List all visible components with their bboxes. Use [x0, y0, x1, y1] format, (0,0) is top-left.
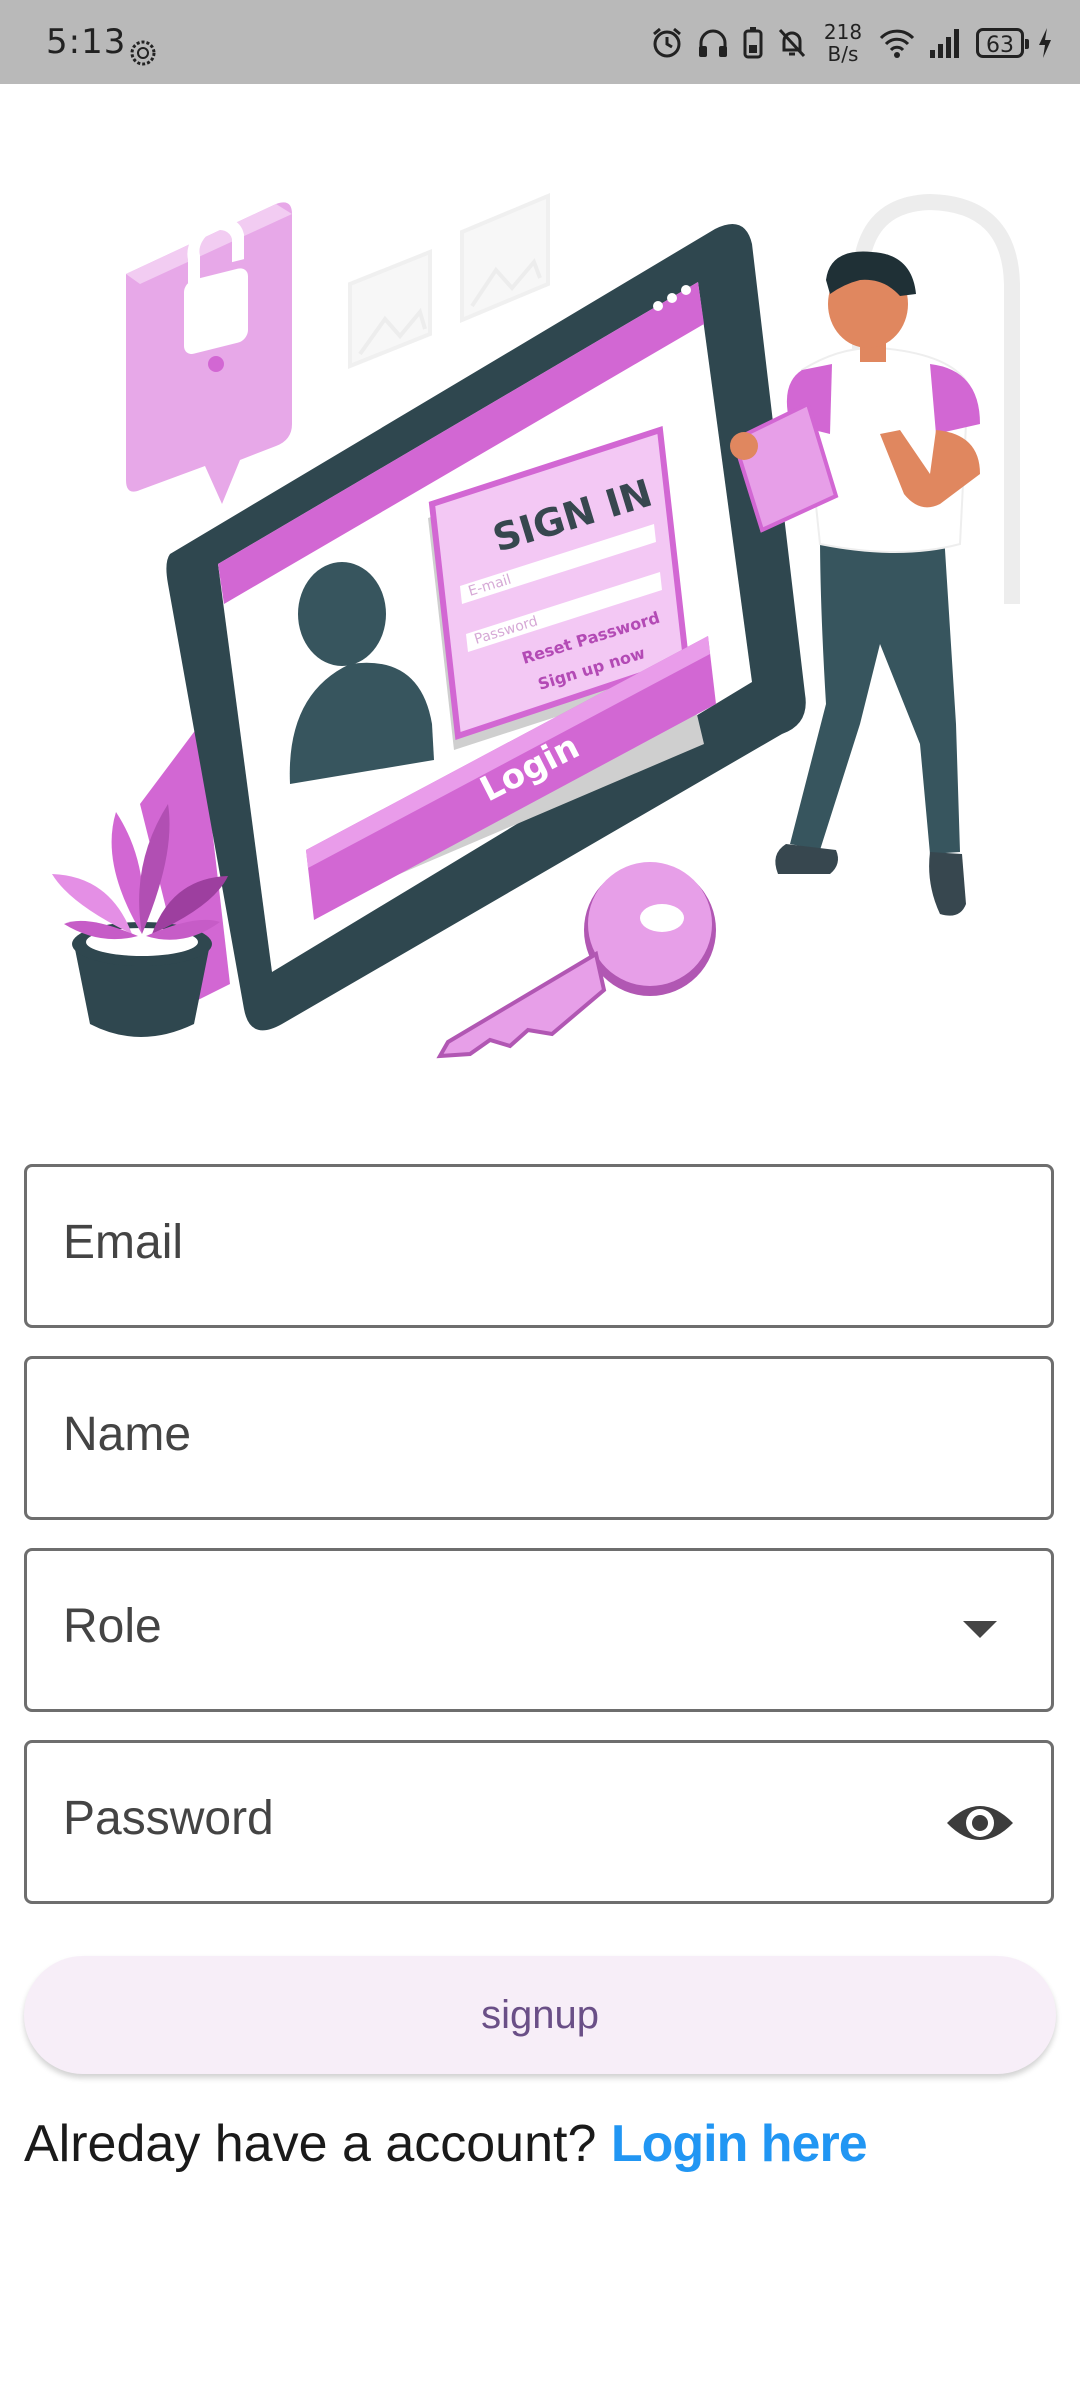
login-prompt: Alreday have a account? Login here [24, 2114, 868, 2174]
login-illustration: SIGN IN E-mail Password Reset Password S… [52, 192, 1020, 1059]
network-speed: 218 B/s [823, 20, 863, 66]
status-time: 5:13 [46, 22, 127, 62]
email-field[interactable]: Email [24, 1164, 1054, 1328]
bell-muted-icon [778, 28, 806, 58]
role-placeholder: Role [63, 1600, 162, 1653]
signal-icon [930, 29, 959, 58]
alarm-icon [653, 27, 681, 58]
dropdown-arrow-icon[interactable] [963, 1621, 997, 1638]
battery-small-icon [743, 27, 763, 59]
status-bar: 5:13 218 B/s 63 [0, 0, 1080, 84]
lock-bubble-icon [126, 202, 292, 504]
name-field[interactable]: Name [24, 1356, 1054, 1520]
battery-level: 63 [976, 28, 1029, 58]
headphones-icon [699, 29, 727, 57]
photo-frames-decoration [348, 192, 550, 369]
name-placeholder: Name [63, 1408, 192, 1461]
eye-icon[interactable] [945, 1795, 1015, 1851]
status-icons: 218 B/s 63 [650, 16, 1054, 70]
role-dropdown[interactable]: Role [24, 1548, 1054, 1712]
charging-bolt-icon [1039, 28, 1051, 58]
account-prompt-text: Alreday have a account? [24, 2115, 597, 2173]
wifi-icon [879, 29, 915, 58]
settings-gear-icon [130, 40, 156, 66]
password-field[interactable]: Password [24, 1740, 1054, 1904]
email-placeholder: Email [63, 1216, 184, 1269]
login-here-link[interactable]: Login here [611, 2115, 868, 2173]
password-placeholder: Password [63, 1792, 274, 1845]
signup-button[interactable]: signup [24, 1956, 1056, 2074]
